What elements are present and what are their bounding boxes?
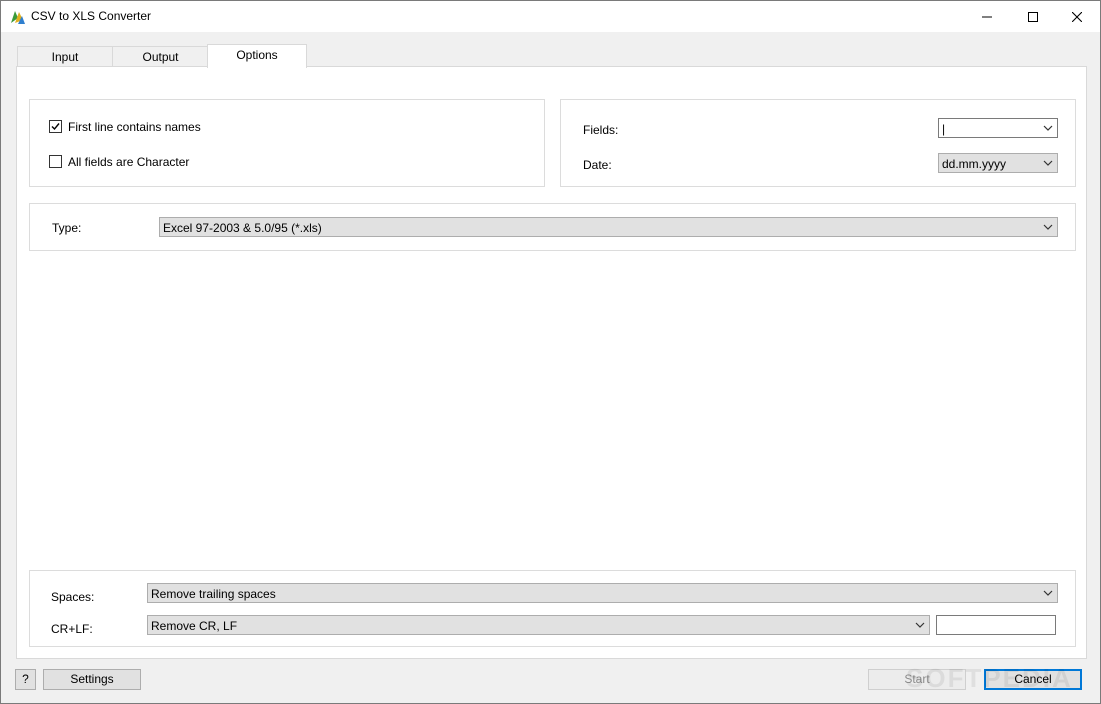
start-button[interactable]: Start [868, 669, 966, 690]
header-options-group: First line contains names All fields are… [29, 99, 545, 187]
minimize-button[interactable] [964, 1, 1010, 32]
spaces-label: Spaces: [51, 590, 95, 604]
chevron-down-icon [1043, 125, 1053, 131]
close-button[interactable] [1054, 1, 1100, 32]
date-select[interactable]: dd.mm.yyyy [938, 153, 1058, 173]
chevron-down-icon [915, 622, 925, 628]
tab-output[interactable]: Output [112, 46, 209, 67]
delimiter-group: Fields: | Date: dd.mm.yyyy [560, 99, 1076, 187]
window-title: CSV to XLS Converter [31, 9, 152, 23]
maximize-button[interactable] [1010, 1, 1056, 32]
first-line-names-checkbox[interactable] [49, 120, 62, 133]
crlf-label: CR+LF: [51, 622, 93, 636]
type-label: Type: [52, 221, 82, 235]
chevron-down-icon [1043, 590, 1053, 596]
type-group: Type: Excel 97-2003 & 5.0/95 (*.xls) [29, 203, 1076, 251]
app-icon [9, 8, 26, 25]
date-value: dd.mm.yyyy [942, 157, 1007, 171]
options-panel: First line contains names All fields are… [16, 66, 1087, 659]
spaces-value: Remove trailing spaces [151, 587, 276, 601]
cancel-button[interactable]: Cancel [984, 669, 1082, 690]
type-value: Excel 97-2003 & 5.0/95 (*.xls) [163, 221, 322, 235]
type-select[interactable]: Excel 97-2003 & 5.0/95 (*.xls) [159, 217, 1058, 237]
first-line-names-label: First line contains names [68, 120, 201, 134]
title-bar: CSV to XLS Converter [1, 1, 1100, 32]
fields-label: Fields: [583, 123, 619, 137]
crlf-select[interactable]: Remove CR, LF [147, 615, 930, 635]
spaces-select[interactable]: Remove trailing spaces [147, 583, 1058, 603]
tab-input[interactable]: Input [17, 46, 113, 67]
crlf-replace-input[interactable] [936, 615, 1056, 635]
tab-output-label: Output [142, 50, 179, 64]
date-label: Date: [583, 158, 612, 172]
settings-button[interactable]: Settings [43, 669, 141, 690]
tab-input-label: Input [51, 50, 79, 64]
fields-select[interactable]: | [938, 118, 1058, 138]
chevron-down-icon [1043, 224, 1053, 230]
chevron-down-icon [1043, 160, 1053, 166]
fields-value: | [942, 122, 946, 136]
all-character-label: All fields are Character [68, 155, 190, 169]
all-character-checkbox[interactable] [49, 155, 62, 168]
help-button[interactable]: ? [15, 669, 36, 690]
tab-options[interactable]: Options [207, 44, 307, 68]
text-cleanup-group: Spaces: Remove trailing spaces CR+LF: Re… [29, 570, 1076, 647]
app-window: CSV to XLS Converter Input Output Option… [0, 0, 1101, 704]
tab-options-label: Options [236, 48, 278, 62]
crlf-value: Remove CR, LF [151, 619, 238, 633]
